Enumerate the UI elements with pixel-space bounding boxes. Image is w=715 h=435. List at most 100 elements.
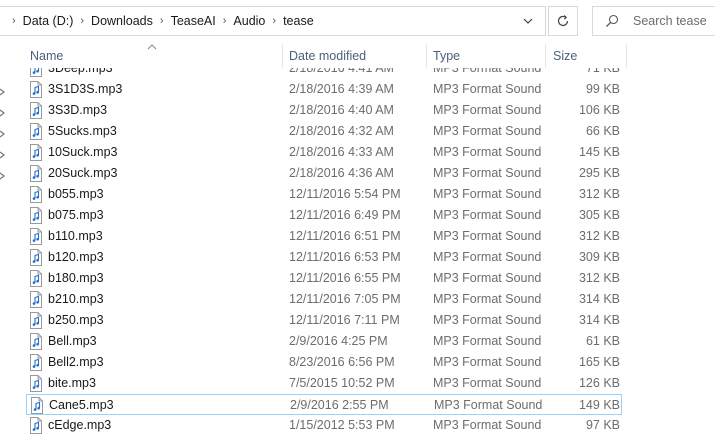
file-name[interactable]: b075.mp3 [48, 205, 104, 226]
address-history-dropdown[interactable] [513, 7, 543, 35]
navigation-pane-edge [0, 68, 10, 435]
file-row[interactable]: Bell2.mp3 8/23/2016 6:56 PM MP3 Format Sou… [26, 352, 622, 373]
file-size: 312 KB [578, 271, 620, 285]
file-date-modified: 12/11/2016 7:05 PM [289, 292, 401, 306]
file-list[interactable]: 3Deep.mp3 2/18/2016 4:41 AM MP3 Format Sou… [0, 58, 715, 435]
audio-file-icon [30, 165, 42, 182]
file-name[interactable]: 5Sucks.mp3 [48, 121, 117, 142]
file-date-modified: 8/23/2016 6:56 PM [289, 355, 395, 369]
column-divider[interactable] [626, 44, 627, 68]
file-type: MP3 Format Sound [433, 103, 542, 117]
file-row[interactable]: cEdge.mp3 1/15/2012 5:53 PM MP3 Format Sou… [26, 415, 622, 435]
file-name[interactable]: Bell.mp3 [48, 331, 97, 352]
file-name[interactable]: b110.mp3 [48, 226, 103, 247]
file-type: MP3 Format Sound [433, 208, 542, 222]
search-box[interactable]: Search tease [592, 6, 715, 36]
breadcrumb-separator-icon[interactable]: › [267, 15, 281, 27]
file-name[interactable]: 3S3D.mp3 [48, 100, 107, 121]
file-name[interactable]: Cane5.mp3 [49, 395, 114, 416]
column-divider[interactable] [426, 44, 427, 68]
column-divider[interactable] [282, 44, 283, 68]
file-size: 66 KB [585, 124, 620, 138]
expand-chevron-icon[interactable] [0, 109, 6, 117]
file-row[interactable]: b120.mp3 12/11/2016 6:53 PM MP3 Format Sou… [26, 247, 622, 268]
refresh-button[interactable] [548, 6, 578, 36]
file-size: 149 KB [578, 398, 620, 412]
file-type: MP3 Format Sound [433, 229, 542, 243]
file-size: 97 KB [585, 418, 620, 432]
breadcrumb-item-downloads[interactable]: Downloads [89, 14, 155, 28]
file-row[interactable]: Bell.mp3 2/9/2016 4:25 PM MP3 Format Sound… [26, 331, 622, 352]
file-size: 295 KB [578, 166, 620, 180]
file-row[interactable]: 20Suck.mp3 2/18/2016 4:36 AM MP3 Format So… [26, 163, 622, 184]
file-date-modified: 2/18/2016 4:40 AM [289, 103, 394, 117]
address-bar-row: › Data (D:) › Downloads › TeaseAI › Audi… [0, 0, 715, 44]
file-name[interactable]: bite.mp3 [48, 373, 96, 394]
file-type: MP3 Format Sound [433, 313, 542, 327]
breadcrumb-item-drive[interactable]: Data (D:) [21, 14, 76, 28]
file-row[interactable]: b055.mp3 12/11/2016 5:54 PM MP3 Format Sou… [26, 184, 622, 205]
file-type: MP3 Format Sound [433, 250, 542, 264]
file-row[interactable]: bite.mp3 7/5/2015 10:52 PM MP3 Format Soun… [26, 373, 622, 394]
column-header-row: Name Date modified Type Size [0, 44, 715, 68]
file-type: MP3 Format Sound [433, 187, 542, 201]
file-row[interactable]: b075.mp3 12/11/2016 6:49 PM MP3 Format Sou… [26, 205, 622, 226]
file-type: MP3 Format Sound [433, 355, 542, 369]
address-bar[interactable]: › Data (D:) › Downloads › TeaseAI › Audi… [0, 6, 546, 36]
breadcrumb-item-audio[interactable]: Audio [231, 14, 267, 28]
breadcrumb-separator-icon[interactable]: › [155, 15, 169, 27]
file-name[interactable]: cEdge.mp3 [48, 415, 111, 435]
file-type: MP3 Format Sound [433, 124, 542, 138]
audio-file-icon [30, 81, 42, 98]
column-divider[interactable] [545, 44, 546, 68]
file-name[interactable]: 20Suck.mp3 [48, 163, 117, 184]
search-input[interactable]: Search tease [633, 7, 707, 35]
expand-chevron-icon[interactable] [0, 130, 6, 138]
file-row[interactable]: 3S1D3S.mp3 2/18/2016 4:39 AM MP3 Format So… [26, 79, 622, 100]
file-name[interactable]: 10Suck.mp3 [48, 142, 117, 163]
file-row[interactable]: 10Suck.mp3 2/18/2016 4:33 AM MP3 Format So… [26, 142, 622, 163]
file-date-modified: 2/18/2016 4:36 AM [289, 166, 394, 180]
expand-chevron-icon[interactable] [0, 88, 6, 96]
breadcrumb-separator-icon[interactable]: › [218, 15, 232, 27]
sort-ascending-icon [147, 44, 157, 50]
breadcrumb-item-tease[interactable]: tease [281, 14, 316, 28]
audio-file-icon [30, 102, 42, 119]
file-row[interactable]: b110.mp3 12/11/2016 6:51 PM MP3 Format Sou… [26, 226, 622, 247]
file-name[interactable]: b180.mp3 [48, 268, 104, 289]
audio-file-icon [30, 354, 42, 371]
file-name[interactable]: Bell2.mp3 [48, 352, 104, 373]
expand-chevron-icon[interactable] [0, 172, 6, 180]
file-name[interactable]: b055.mp3 [48, 184, 104, 205]
breadcrumb-separator-icon[interactable]: › [75, 15, 89, 27]
audio-file-icon [30, 144, 42, 161]
file-row[interactable]: 5Sucks.mp3 2/18/2016 4:32 AM MP3 Format So… [26, 121, 622, 142]
file-row[interactable]: b210.mp3 12/11/2016 7:05 PM MP3 Format Sou… [26, 289, 622, 310]
column-header-size[interactable]: Size [553, 44, 577, 68]
file-name[interactable]: b250.mp3 [48, 310, 104, 331]
file-type: MP3 Format Sound [433, 334, 542, 348]
file-size: 145 KB [578, 145, 620, 159]
audio-file-icon [30, 249, 42, 266]
refresh-icon [557, 15, 569, 27]
file-size: 305 KB [578, 208, 620, 222]
file-row[interactable]: b250.mp3 12/11/2016 7:11 PM MP3 Format Sou… [26, 310, 622, 331]
file-type: MP3 Format Sound [433, 292, 542, 306]
file-size: 165 KB [578, 355, 620, 369]
audio-file-icon [30, 123, 42, 140]
column-header-date[interactable]: Date modified [289, 44, 366, 68]
file-row[interactable]: 3S3D.mp3 2/18/2016 4:40 AM MP3 Format Soun… [26, 100, 622, 121]
breadcrumb-item-teaseai[interactable]: TeaseAI [169, 14, 218, 28]
column-header-name[interactable]: Name [30, 44, 63, 68]
expand-chevron-icon[interactable] [0, 151, 6, 159]
file-name[interactable]: 3S1D3S.mp3 [48, 79, 122, 100]
column-header-type[interactable]: Type [433, 44, 460, 68]
file-name[interactable]: b120.mp3 [48, 247, 104, 268]
file-name[interactable]: b210.mp3 [48, 289, 104, 310]
file-row[interactable]: Cane5.mp3 2/9/2016 2:55 PM MP3 Format Soun… [26, 394, 622, 415]
breadcrumb-separator-icon: › [12, 15, 16, 27]
file-date-modified: 12/11/2016 6:53 PM [289, 250, 401, 264]
file-size: 61 KB [585, 334, 620, 348]
file-row[interactable]: b180.mp3 12/11/2016 6:55 PM MP3 Format Sou… [26, 268, 622, 289]
file-date-modified: 12/11/2016 7:11 PM [289, 313, 400, 327]
